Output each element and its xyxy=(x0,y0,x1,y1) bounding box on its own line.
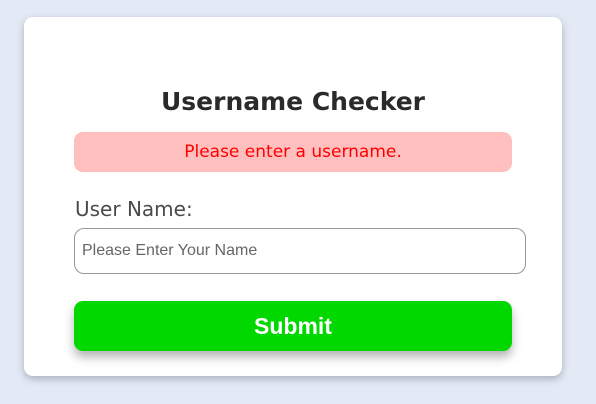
page-title: Username Checker xyxy=(160,87,425,116)
username-input[interactable] xyxy=(74,228,526,274)
error-message: Please enter a username. xyxy=(74,132,512,172)
username-label: User Name: xyxy=(75,197,193,221)
submit-button[interactable]: Submit xyxy=(74,301,512,351)
username-checker-card: Username Checker Please enter a username… xyxy=(24,17,562,376)
